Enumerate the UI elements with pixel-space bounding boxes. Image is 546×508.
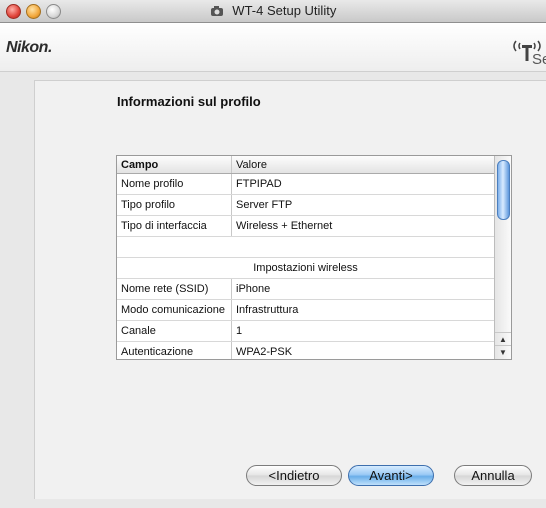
section-title: Informazioni sul profilo <box>117 94 261 109</box>
back-button[interactable]: <Indietro <box>246 465 342 486</box>
row-field: Modo comunicazione <box>117 299 232 321</box>
profile-table[interactable]: Campo Valore Nome profilo FTPIPAD Tipo p… <box>116 155 512 360</box>
row-value: WPA2-PSK <box>231 341 494 359</box>
table-row[interactable]: Nome profilo FTPIPAD <box>117 173 494 195</box>
row-field: Nome profilo <box>117 173 232 195</box>
table-header-row: Campo Valore <box>117 156 494 174</box>
table-row[interactable]: Modo comunicazione Infrastruttura <box>117 299 494 321</box>
row-value: Infrastruttura <box>231 299 494 321</box>
empty-cell <box>117 236 494 258</box>
camera-wireless-icon <box>210 5 224 20</box>
profile-table-grid: Campo Valore Nome profilo FTPIPAD Tipo p… <box>117 156 494 359</box>
window-title: WT-4 Setup Utility <box>232 3 337 18</box>
table-scrollbar[interactable]: ▲ ▼ <box>494 156 511 359</box>
row-value: 1 <box>231 320 494 342</box>
title-bar[interactable]: WT-4 Setup Utility <box>0 0 546 23</box>
row-field: Tipo di interfaccia <box>117 215 232 237</box>
table-row[interactable]: Canale 1 <box>117 320 494 342</box>
arrow-down-icon[interactable]: ▼ <box>495 345 511 359</box>
row-value: iPhone <box>231 278 494 300</box>
next-button[interactable]: Avanti> <box>348 465 434 486</box>
nikon-logo: Nikon. <box>6 39 52 56</box>
header-band: Nikon. Setup <box>0 23 546 72</box>
setup-window: WT-4 Setup Utility Nikon. Setup Informaz… <box>0 0 546 508</box>
row-field: Canale <box>117 320 232 342</box>
table-row-empty[interactable] <box>117 236 494 258</box>
column-header-value[interactable]: Valore <box>231 156 494 174</box>
table-section-row[interactable]: Impostazioni wireless <box>117 257 494 279</box>
table-row[interactable]: Tipo di interfaccia Wireless + Ethernet <box>117 215 494 237</box>
arrow-up-icon[interactable]: ▲ <box>495 332 511 346</box>
row-value: FTPIPAD <box>231 173 494 195</box>
section-cell: Impostazioni wireless <box>117 257 494 279</box>
row-field: Nome rete (SSID) <box>117 278 232 300</box>
table-row[interactable]: Nome rete (SSID) iPhone <box>117 278 494 300</box>
column-header-field[interactable]: Campo <box>117 156 232 174</box>
cancel-button[interactable]: Annulla <box>454 465 532 486</box>
table-row[interactable]: Autenticazione WPA2-PSK <box>117 341 494 359</box>
row-value: Wireless + Ethernet <box>231 215 494 237</box>
row-value: Server FTP <box>231 194 494 216</box>
table-row[interactable]: Tipo profilo Server FTP <box>117 194 494 216</box>
window-title-wrap: WT-4 Setup Utility <box>0 3 546 20</box>
row-field: Tipo profilo <box>117 194 232 216</box>
scroll-thumb[interactable] <box>497 160 510 220</box>
row-field: Autenticazione <box>117 341 232 359</box>
setup-logo-text: Setup <box>532 51 546 68</box>
